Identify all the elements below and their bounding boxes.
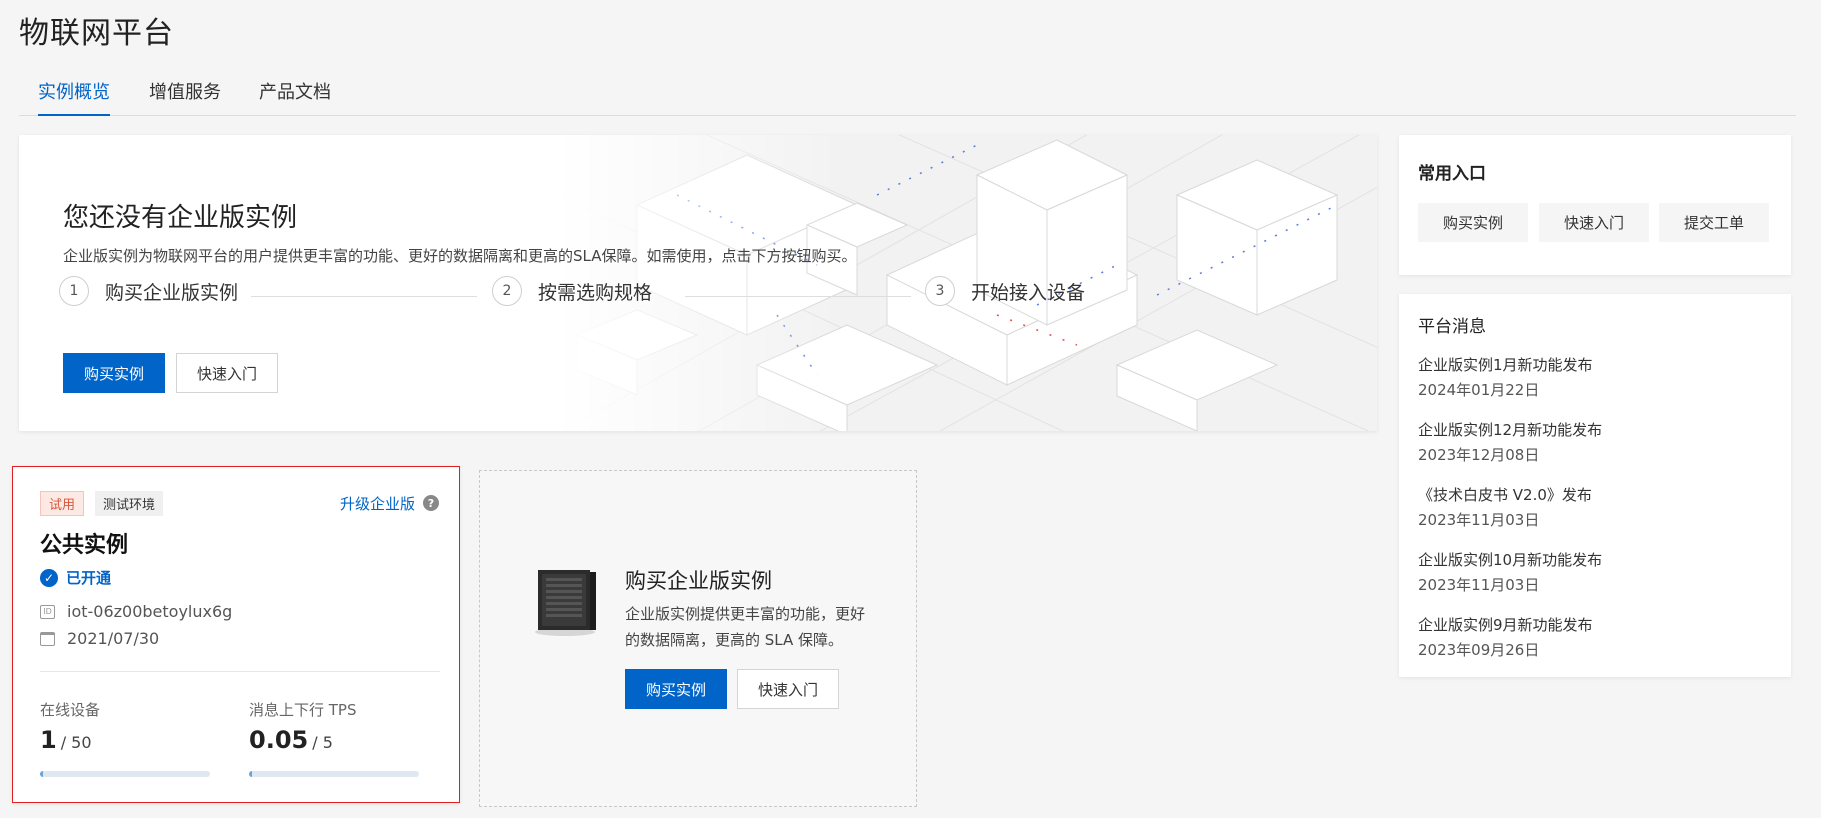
buy-card-title: 购买企业版实例: [625, 569, 772, 593]
news-item[interactable]: 《技术白皮书 V2.0》发布 2023年11月03日: [1418, 484, 1592, 530]
help-icon[interactable]: ?: [423, 495, 439, 511]
news-date: 2023年11月03日: [1418, 511, 1540, 529]
news-title[interactable]: 企业版实例9月新功能发布: [1418, 614, 1593, 635]
buy-enterprise-card: 购买企业版实例 企业版实例提供更丰富的功能，更好的数据隔离，更高的 SLA 保障…: [479, 470, 917, 807]
quick-quickstart-button[interactable]: 快速入门: [1539, 203, 1649, 242]
metric-label: 消息上下行 TPS: [249, 701, 357, 719]
tab-value-added-services[interactable]: 增值服务: [149, 80, 221, 116]
status-text: 已开通: [66, 569, 112, 587]
banner-description: 企业版实例为物联网平台的用户提供更丰富的功能、更好的数据隔离和更高的SLA保障。…: [63, 247, 857, 265]
news-date: 2023年12月08日: [1418, 446, 1540, 464]
metric-total: / 5: [312, 733, 333, 752]
environment-badge: 测试环境: [95, 491, 164, 516]
step-3: 3 开始接入设备: [925, 276, 1085, 306]
quick-submit-ticket-button[interactable]: 提交工单: [1659, 203, 1769, 242]
common-entry-panel: 常用入口 购买实例 快速入门 提交工单: [1399, 135, 1791, 275]
status-badge: ✓ 已开通: [40, 567, 111, 588]
online-devices-metric: 在线设备 1/ 50: [40, 699, 100, 754]
quick-buy-instance-button[interactable]: 购买实例: [1418, 203, 1528, 242]
step-number: 2: [492, 276, 522, 306]
tab-instance-overview[interactable]: 实例概览: [38, 80, 110, 116]
check-circle-icon: ✓: [40, 568, 58, 587]
step-number: 1: [59, 276, 89, 306]
metric-current: 1: [40, 726, 57, 754]
progress-fill: [249, 771, 252, 777]
news-title[interactable]: 《技术白皮书 V2.0》发布: [1418, 484, 1592, 505]
step-1: 1 购买企业版实例: [59, 276, 238, 306]
buy-card-quickstart-button[interactable]: 快速入门: [737, 669, 839, 709]
news-item[interactable]: 企业版实例1月新功能发布 2024年01月22日: [1418, 354, 1593, 400]
instance-date: 2021/07/30: [67, 629, 160, 648]
message-tps-metric: 消息上下行 TPS 0.05/ 5: [249, 699, 357, 754]
progress-fill: [40, 771, 44, 777]
news-item[interactable]: 企业版实例10月新功能发布 2023年11月03日: [1418, 549, 1602, 595]
page-title: 物联网平台: [19, 16, 174, 51]
common-entry-title: 常用入口: [1418, 164, 1486, 184]
news-item[interactable]: 企业版实例9月新功能发布 2023年09月26日: [1418, 614, 1593, 660]
instance-title: 公共实例: [40, 533, 129, 558]
news-title[interactable]: 企业版实例1月新功能发布: [1418, 354, 1593, 375]
step-connector: [685, 296, 911, 297]
buy-card-buy-button[interactable]: 购买实例: [625, 669, 727, 709]
message-tps-progress: [249, 771, 419, 777]
news-date: 2023年09月26日: [1418, 641, 1540, 659]
metric-value: 0.05/ 5: [249, 726, 357, 754]
tab-bar: 实例概览 增值服务 产品文档: [19, 78, 1796, 116]
enterprise-banner: 您还没有企业版实例 企业版实例为物联网平台的用户提供更丰富的功能、更好的数据隔离…: [19, 135, 1377, 431]
step-2: 2 按需选购规格: [492, 276, 652, 306]
online-devices-progress: [40, 771, 210, 777]
step-label: 开始接入设备: [971, 281, 1086, 304]
metric-label: 在线设备: [40, 701, 101, 719]
instance-date-row: 2021/07/30: [40, 629, 159, 648]
divider: [40, 671, 440, 672]
buy-card-description: 企业版实例提供更丰富的功能，更好的数据隔离，更高的 SLA 保障。: [625, 605, 866, 649]
news-date: 2024年01月22日: [1418, 381, 1540, 399]
step-connector: [251, 296, 477, 297]
tab-product-docs[interactable]: 产品文档: [259, 80, 331, 116]
step-label: 购买企业版实例: [105, 281, 239, 304]
news-title[interactable]: 企业版实例12月新功能发布: [1418, 419, 1602, 440]
news-date: 2023年11月03日: [1418, 576, 1540, 594]
id-icon: ID: [40, 604, 55, 619]
metric-current: 0.05: [249, 726, 309, 754]
instance-id: iot-06z00betoylux6g: [67, 602, 233, 621]
upgrade-enterprise-link[interactable]: 升级企业版: [340, 493, 415, 514]
step-number: 3: [925, 276, 955, 306]
metric-value: 1/ 50: [40, 726, 100, 754]
news-title[interactable]: 企业版实例10月新功能发布: [1418, 549, 1602, 570]
public-instance-card[interactable]: 试用 测试环境 升级企业版 ? 公共实例 ✓ 已开通 ID iot-06z00b…: [12, 466, 460, 803]
calendar-icon: [40, 631, 55, 646]
banner-buy-button[interactable]: 购买实例: [63, 353, 165, 393]
news-item[interactable]: 企业版实例12月新功能发布 2023年12月08日: [1418, 419, 1602, 465]
step-label: 按需选购规格: [538, 281, 653, 304]
instance-id-row: ID iot-06z00betoylux6g: [40, 602, 232, 621]
trial-badge: 试用: [40, 491, 85, 516]
metric-total: / 50: [60, 733, 92, 752]
platform-news-panel: 平台消息 企业版实例1月新功能发布 2024年01月22日 企业版实例12月新功…: [1399, 294, 1791, 677]
banner-title: 您还没有企业版实例: [63, 203, 298, 233]
platform-news-title: 平台消息: [1418, 317, 1486, 337]
server-icon: [535, 570, 596, 636]
banner-quickstart-button[interactable]: 快速入门: [176, 353, 278, 393]
